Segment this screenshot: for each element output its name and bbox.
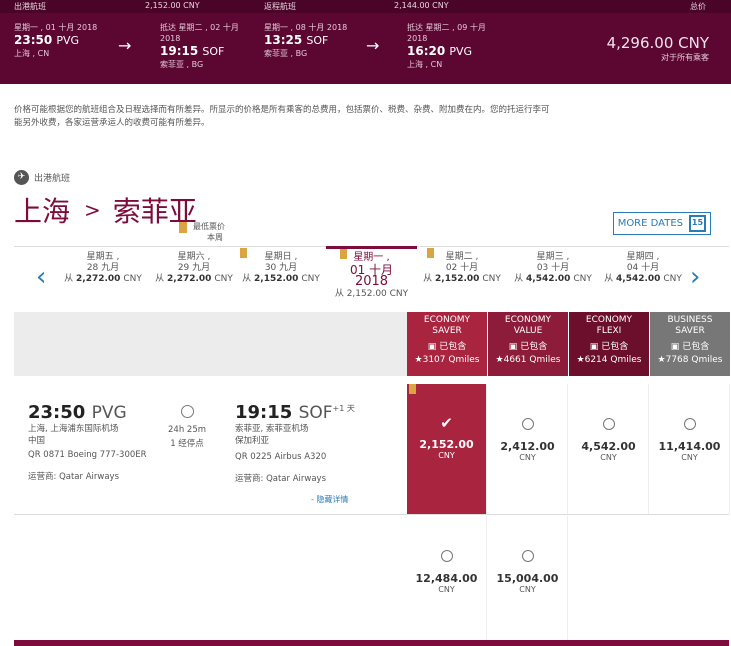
star-icon: ★ <box>576 355 585 365</box>
summary-leg-1: 星期一 , 01 十月 2018 23:50 PVG 上海 , CN <box>14 22 104 59</box>
fare-header-business-saver: BUSINESS SAVER ▣ 已包含 ★7768 Qmiles <box>650 312 730 376</box>
route-title: 上海 > 索菲亚 <box>14 190 197 230</box>
baggage-icon: ▣ <box>427 342 437 352</box>
bookmark-icon <box>340 249 347 259</box>
chevron-right-icon: > <box>84 198 101 222</box>
bookmark-icon <box>179 222 187 233</box>
baggage-icon: ▣ <box>589 342 599 352</box>
arrow-right-icon: → <box>118 36 132 55</box>
leg-time: 19:15 SOF <box>160 44 225 58</box>
arrival-code: SOF <box>298 403 333 423</box>
outbound-summary-price: 2,152.00 CNY <box>145 1 200 10</box>
leg-date: 抵达 星期二 , 02 十月 2018 <box>160 23 239 43</box>
operator: 运营商: Qatar Airways <box>235 474 326 484</box>
return-summary-price: 2,144.00 CNY <box>394 1 449 10</box>
departure-time: 23:50 <box>28 402 86 423</box>
bookmark-icon <box>240 248 247 258</box>
fare-option[interactable]: 12,484.00 CNY <box>407 516 487 646</box>
total-label: 总价 <box>690 2 706 11</box>
itinerary-summary-bar: 出港航班 2,152.00 CNY 返程航班 2,144.00 CNY 总价 星… <box>0 0 731 84</box>
leg-date: 抵达 星期二 , 09 十月 2018 <box>407 23 486 43</box>
operator: 运营商: Qatar Airways <box>28 472 119 482</box>
arrow-right-icon: → <box>366 36 380 55</box>
lowest-fare-legend: 最低票价 本周 <box>179 221 225 243</box>
calendar-icon: 15 <box>689 215 706 232</box>
baggage-icon: ▣ <box>508 342 518 352</box>
departure-airport: 上海, 上海浦东国际机场 <box>28 424 119 434</box>
leg-date: 星期一 , 08 十月 2018 <box>264 23 348 32</box>
leg-city: 上海 , CN <box>14 49 50 58</box>
radio-button[interactable] <box>521 550 534 562</box>
date-option[interactable]: 星期三 , 03 十月 从 4,542.00 CNY <box>508 252 598 285</box>
radio-button[interactable] <box>602 418 615 430</box>
departure-info: 23:50 PVG 上海, 上海浦东国际机场 中国 QR 0871 Boeing… <box>28 402 147 483</box>
chevron-left-icon[interactable]: ‹ <box>36 262 46 292</box>
checkmark-icon: ✔ <box>440 414 453 432</box>
radio-button[interactable] <box>683 418 696 430</box>
date-option[interactable]: 星期五 , 28 九月 从 2,272.00 CNY <box>58 252 148 285</box>
summary-header-row: 出港航班 2,152.00 CNY 返程航班 2,144.00 CNY 总价 <box>0 0 731 13</box>
hide-details-link[interactable]: - 隐藏详情 <box>311 494 348 505</box>
fare-option-business-saver[interactable]: 11,414.00 CNY <box>650 384 730 514</box>
leg-city: 索菲亚 , BG <box>264 49 308 58</box>
bookmark-icon <box>409 384 416 394</box>
bookmark-icon <box>427 248 434 258</box>
arrival-airport: 索菲亚, 索菲亚机场 <box>235 424 309 434</box>
arrival-info: 19:15 SOF+1 天 索菲亚, 索菲亚机场 保加利亚 QR 0225 Ai… <box>235 402 355 485</box>
chevron-right-icon[interactable]: › <box>690 262 700 292</box>
departure-country: 中国 <box>28 436 46 446</box>
arrival-country: 保加利亚 <box>235 436 270 446</box>
clock-icon <box>180 405 194 418</box>
fare-header-economy-flexi: ECONOMY FLEXI ▣ 已包含 ★6214 Qmiles <box>569 312 649 376</box>
selected-date[interactable]: 星期一 , 01 十月 2018 从 2,152.00 CNY <box>326 246 417 312</box>
radio-button[interactable] <box>440 550 453 562</box>
flight-number: QR 0871 Boeing 777-300ER <box>28 450 147 460</box>
summary-leg-2: 抵达 星期二 , 02 十月 2018 19:15 SOF 索菲亚 , BG <box>160 22 252 70</box>
price-disclaimer: 价格可能根据您的航班组合及日程选择而有所差异。所显示的价格是所有乘客的总费用，包… <box>14 105 550 128</box>
next-day-indicator: +1 天 <box>332 404 355 413</box>
leg-time: 16:20 PVG <box>407 44 473 58</box>
outbound-summary-label: 出港航班 <box>14 2 46 11</box>
date-option[interactable]: 星期二 , 02 十月 从 2,152.00 CNY <box>417 248 507 285</box>
leg-city: 上海 , CN <box>407 60 443 69</box>
total-amount: 4,296.00 CNY <box>606 34 709 52</box>
summary-leg-3: 星期一 , 08 十月 2018 13:25 SOF 索菲亚 , BG <box>264 22 354 59</box>
departure-code: PVG <box>91 403 127 423</box>
fare-header-economy-saver: ECONOMY SAVER ▣ 已包含 ★3107 Qmiles <box>407 312 487 376</box>
date-option[interactable]: 星期日 , 30 九月 从 2,152.00 CNY <box>236 248 326 285</box>
leg-time: 13:25 SOF <box>264 33 329 47</box>
stops-count: 1 经停点 <box>170 439 204 449</box>
arrival-time: 19:15 <box>235 402 293 423</box>
route-origin: 上海 <box>14 195 71 228</box>
summary-leg-4: 抵达 星期二 , 09 十月 2018 16:20 PVG 上海 , CN <box>407 22 499 70</box>
date-option[interactable]: 星期四 , 04 十月 从 4,542.00 CNY <box>598 252 688 285</box>
fare-option-economy-flexi[interactable]: 4,542.00 CNY <box>569 384 649 514</box>
baggage-icon: ▣ <box>670 342 680 352</box>
star-icon: ★ <box>414 355 423 365</box>
return-summary-label: 返程航班 <box>264 2 296 11</box>
leg-time: 23:50 PVG <box>14 33 80 47</box>
date-option[interactable]: 星期六 , 29 九月 从 2,272.00 CNY <box>149 252 239 285</box>
fare-option-economy-saver[interactable]: ✔ 2,152.00 CNY <box>407 384 487 514</box>
fare-option-economy-value[interactable]: 2,412.00 CNY <box>488 384 568 514</box>
outbound-section-label: ✈ 出港航班 <box>14 170 70 185</box>
total-note: 对于所有乘客 <box>661 53 709 62</box>
fare-header-economy-value: ECONOMY VALUE ▣ 已包含 ★4661 Qmiles <box>488 312 568 376</box>
flight-number: QR 0225 Airbus A320 <box>235 452 327 462</box>
star-icon: ★ <box>495 355 504 365</box>
total-price: 4,296.00 CNY 对于所有乘客 <box>607 34 709 63</box>
flight-duration: 24h 25m 1 经停点 <box>168 405 206 451</box>
plane-icon: ✈ <box>14 170 29 185</box>
radio-button[interactable] <box>521 418 534 430</box>
more-dates-button[interactable]: MORE DATES 15 <box>612 212 711 235</box>
leg-city: 索菲亚 , BG <box>160 60 204 69</box>
bottom-accent-bar <box>14 640 729 646</box>
fare-header-band <box>14 312 407 376</box>
row-divider <box>14 514 729 515</box>
star-icon: ★ <box>657 355 666 365</box>
fare-option[interactable]: 15,004.00 CNY <box>488 516 568 646</box>
leg-date: 星期一 , 01 十月 2018 <box>14 23 98 32</box>
